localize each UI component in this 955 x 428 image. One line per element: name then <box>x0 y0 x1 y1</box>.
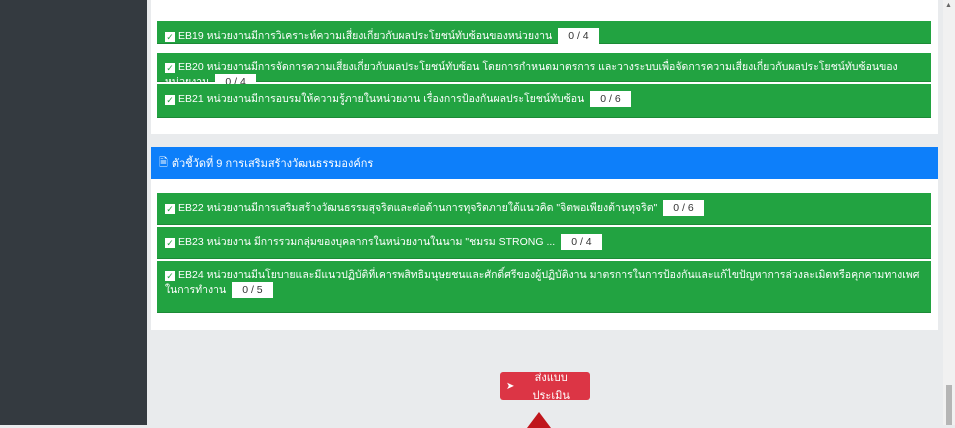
submit-assessment-button[interactable]: ➤ ส่งแบบประเมิน <box>500 372 590 402</box>
item-text: EB22 หน่วยงานมีการเสริมสร้างวัฒนธรรมสุจร… <box>178 202 658 214</box>
check-icon: ✓ <box>165 32 175 42</box>
assessment-item-eb21[interactable]: ✓ EB21 หน่วยงานมีการอบรมให้ความรู้ภายในหน… <box>157 84 931 118</box>
submit-label: ส่งแบบประเมิน <box>532 372 570 402</box>
assessment-item-eb24[interactable]: ✓ EB24 หน่วยงานมีนโยบายและมีแนวปฏิบัติที่… <box>157 261 931 313</box>
sidebar <box>0 0 147 425</box>
score-badge: 0 / 4 <box>561 234 602 250</box>
item-text: EB21 หน่วยงานมีการอบรมให้ความรู้ภายในหน่… <box>178 93 585 105</box>
check-icon: ✓ <box>165 238 175 248</box>
assessment-item-eb19[interactable]: ✓ EB19 หน่วยงานมีการวิเคราะห์ความเสี่ยงเก… <box>157 21 931 44</box>
item-text: EB23 หน่วยงาน มีการรวมกลุ่มของบุคลากรในห… <box>178 236 556 248</box>
assessment-item-eb22[interactable]: ✓ EB22 หน่วยงานมีการเสริมสร้างวัฒนธรรมสุจ… <box>157 193 931 225</box>
assessment-item-eb23[interactable]: ✓ EB23 หน่วยงาน มีการรวมกลุ่มของบุคลากรใน… <box>157 227 931 259</box>
item-text: EB19 หน่วยงานมีการวิเคราะห์ความเสี่ยงเกี… <box>178 30 553 42</box>
check-icon: ✓ <box>165 204 175 214</box>
paper-plane-icon: ➤ <box>506 380 515 392</box>
annotation-arrow <box>527 412 551 428</box>
scrollbar[interactable]: ▲ <box>943 0 955 425</box>
score-badge: 0 / 5 <box>232 282 273 298</box>
main-content: ✓ EB19 หน่วยงานมีการวิเคราะห์ความเสี่ยงเก… <box>147 0 943 425</box>
check-icon: ✓ <box>165 95 175 105</box>
score-badge: 0 / 6 <box>663 200 704 216</box>
item-text: EB24 หน่วยงานมีนโยบายและมีแนวปฏิบัติที่เ… <box>165 269 920 296</box>
assessment-card-section9: 🗎 ตัวชี้วัดที่ 9 การเสริมสร้างวัฒนธรรมอง… <box>151 147 938 330</box>
assessment-card-section8: ✓ EB19 หน่วยงานมีการวิเคราะห์ความเสี่ยงเก… <box>151 0 938 134</box>
scroll-up-icon[interactable]: ▲ <box>945 2 952 9</box>
score-badge: 0 / 4 <box>558 28 599 44</box>
check-icon: ✓ <box>165 271 175 281</box>
section-title: ตัวชี้วัดที่ 9 การเสริมสร้างวัฒนธรรมองค์… <box>171 158 374 170</box>
assessment-item-eb20[interactable]: ✓ EB20 หน่วยงานมีการจัดการความเสี่ยงเกี่ย… <box>157 53 931 90</box>
scroll-thumb[interactable] <box>946 385 952 425</box>
score-badge: 0 / 6 <box>590 91 631 107</box>
check-icon: ✓ <box>165 63 175 73</box>
section-header: 🗎 ตัวชี้วัดที่ 9 การเสริมสร้างวัฒนธรรมอง… <box>151 147 938 179</box>
document-icon: 🗎 <box>159 156 168 169</box>
